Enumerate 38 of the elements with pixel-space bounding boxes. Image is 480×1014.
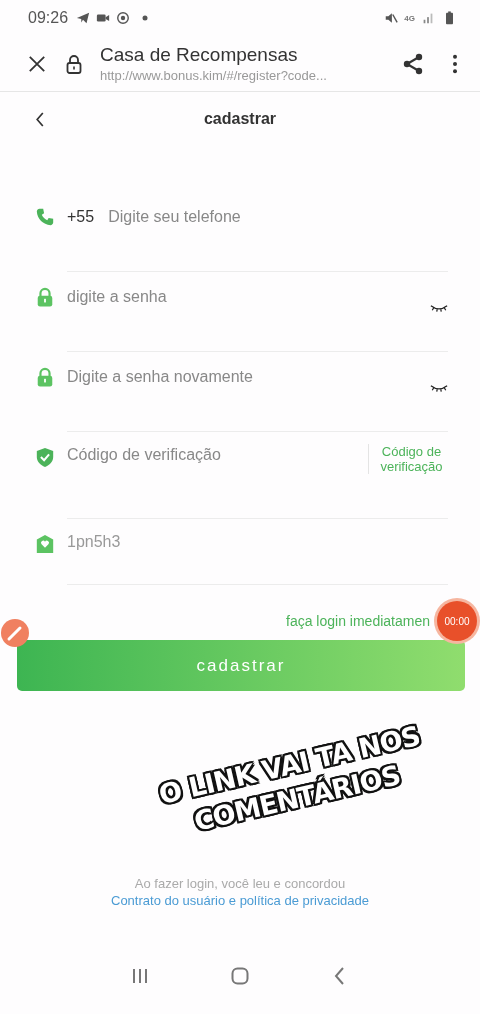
login-link[interactable]: faça login imediatamen bbox=[286, 613, 430, 640]
record-icon bbox=[116, 11, 131, 25]
padlock-icon bbox=[35, 367, 55, 387]
dot-icon bbox=[142, 15, 149, 21]
badge-heart-icon bbox=[35, 534, 55, 554]
brush-button-icon[interactable] bbox=[0, 618, 30, 648]
closed-eye-icon[interactable] bbox=[430, 384, 448, 393]
shield-check-icon bbox=[35, 447, 55, 467]
register-button[interactable]: cadastrar bbox=[17, 640, 465, 691]
send-icon bbox=[76, 11, 91, 25]
invite-code-field[interactable]: 1pn5h3 bbox=[67, 531, 448, 553]
padlock-icon bbox=[35, 287, 55, 307]
share-icon[interactable] bbox=[402, 52, 424, 75]
country-code[interactable]: +55 bbox=[67, 206, 95, 228]
phone-icon bbox=[35, 207, 55, 227]
header-title: cadastrar bbox=[203, 110, 276, 128]
status-time: 09:26 bbox=[28, 9, 69, 27]
lock-icon bbox=[66, 53, 82, 74]
url-text: http://www.bonus.kim/#/register?code... bbox=[100, 68, 328, 83]
home-icon[interactable] bbox=[230, 966, 250, 986]
input-field[interactable]: Digite a senha novamente bbox=[67, 366, 430, 388]
back-icon[interactable] bbox=[35, 112, 45, 127]
input-field[interactable]: Código de verificação bbox=[67, 444, 368, 466]
more-icon[interactable] bbox=[452, 53, 458, 74]
network-label: 4G bbox=[404, 13, 415, 23]
close-icon[interactable] bbox=[28, 54, 46, 73]
page-title: Casa de Recompensas bbox=[100, 44, 299, 66]
mute-icon bbox=[384, 11, 399, 25]
input-field[interactable]: Digite seu telefone bbox=[108, 206, 448, 228]
signal-icon bbox=[421, 11, 435, 25]
closed-eye-icon[interactable] bbox=[430, 304, 448, 313]
input-field[interactable]: digite a senha bbox=[67, 286, 430, 308]
recent-apps-icon[interactable] bbox=[130, 966, 150, 986]
record-timer[interactable]: 00:00 bbox=[437, 601, 477, 641]
send-code-link[interactable]: Código de verificação bbox=[368, 444, 448, 474]
battery-icon bbox=[445, 11, 454, 25]
terms-note: Ao fazer login, você leu e concordou bbox=[134, 876, 346, 891]
terms-link[interactable]: Contrato do usuário e política de privacidade bbox=[111, 893, 369, 908]
